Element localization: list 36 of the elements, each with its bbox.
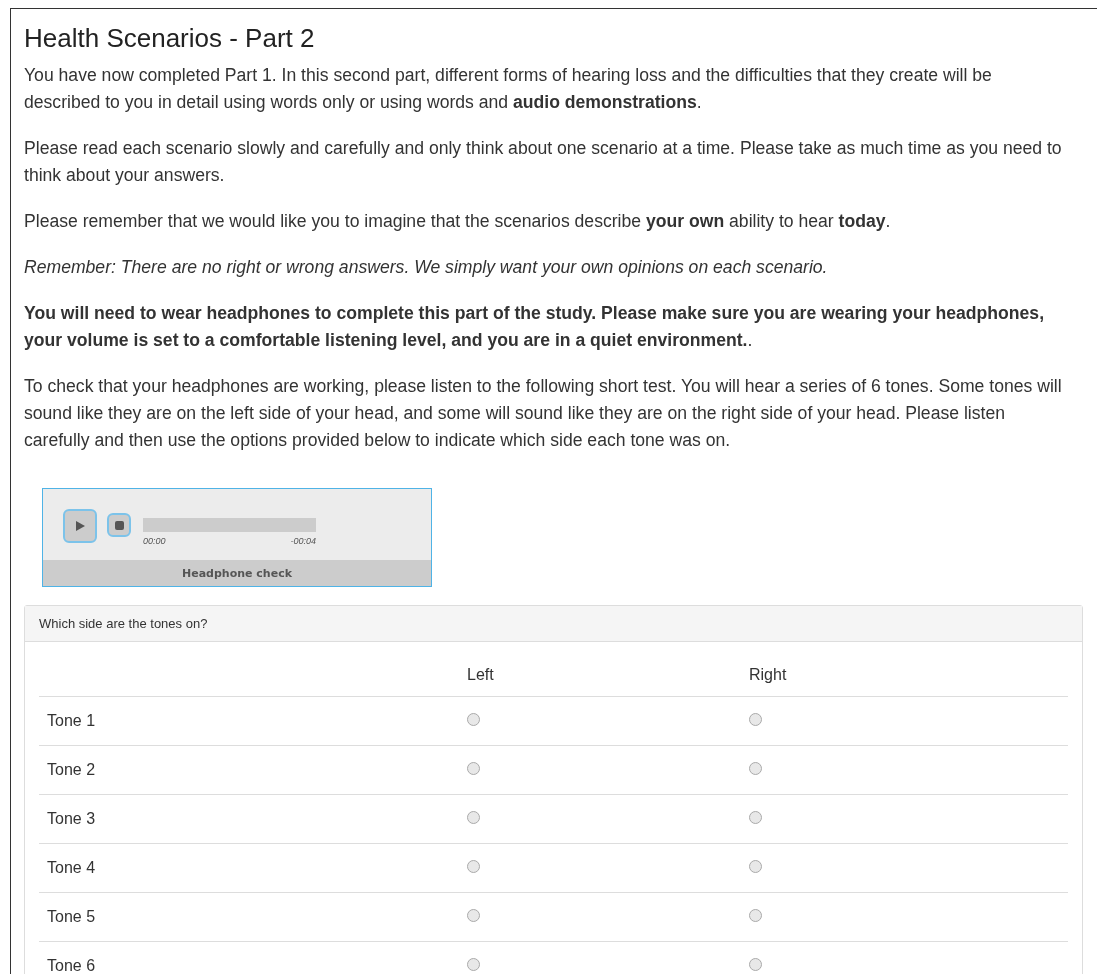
column-header: Right <box>748 666 788 684</box>
radio-button[interactable] <box>467 860 480 873</box>
radio-button[interactable] <box>467 909 480 922</box>
remaining-time: -00:04 <box>290 536 316 546</box>
radio-button[interactable] <box>467 762 480 775</box>
radio-button[interactable] <box>749 860 762 873</box>
elapsed-time: 00:00 <box>143 536 166 546</box>
paragraph: You have now completed Part 1. In this second part, different forms of hearing loss and the difficulties that they create will be described to you in detail using words only or using words and audio demonstrations. <box>24 64 993 114</box>
row-label: Tone 2 <box>47 761 96 778</box>
progress-track[interactable] <box>143 518 316 532</box>
radio-button[interactable] <box>749 762 762 775</box>
radio-button[interactable] <box>467 713 480 726</box>
row-label: Tone 3 <box>47 810 96 827</box>
row-label: Tone 4 <box>47 859 96 876</box>
paragraph: Remember: There are no right or wrong answers. We simply want your own opinions on each scenario. <box>24 256 829 279</box>
page-title: Health Scenarios - Part 2 <box>24 23 316 54</box>
play-button[interactable] <box>63 509 97 543</box>
row-label: Tone 5 <box>47 908 96 925</box>
column-header: Left <box>466 666 495 684</box>
panel-heading: Which side are the tones on? <box>25 606 1082 642</box>
paragraph: To check that your headphones are working, please listen to the following short test. You will hear a series of 6 tones. Some tones will sound like they are on the left side of your head, and some will sound like they are on the right side of your head. Please listen carefully and then use the options provided below to indicate which side each tone was on. <box>24 375 1063 452</box>
radio-button[interactable] <box>467 958 480 971</box>
radio-button[interactable] <box>749 909 762 922</box>
stop-button[interactable] <box>107 513 131 537</box>
paragraph: Please read each scenario slowly and carefully and only think about one scenario at a time. Please take as much time as you need to think about your answers. <box>24 137 1063 187</box>
player-caption: Headphone check <box>43 560 431 586</box>
paragraph: Please remember that we would like you to imagine that the scenarios describe your own ability to hear today. <box>24 210 892 233</box>
radio-button[interactable] <box>749 811 762 824</box>
play-icon <box>74 520 86 532</box>
row-label: Tone 6 <box>47 957 96 974</box>
radio-button[interactable] <box>749 958 762 971</box>
stop-icon <box>114 520 124 530</box>
paragraph: You will need to wear headphones to complete this part of the study. Please make sure you are wearing your headphones, your volume is set to a comfortable listening level, and you are in a quiet environment.. <box>24 302 1046 352</box>
radio-button[interactable] <box>749 713 762 726</box>
row-label: Tone 1 <box>47 712 96 729</box>
radio-button[interactable] <box>467 811 480 824</box>
